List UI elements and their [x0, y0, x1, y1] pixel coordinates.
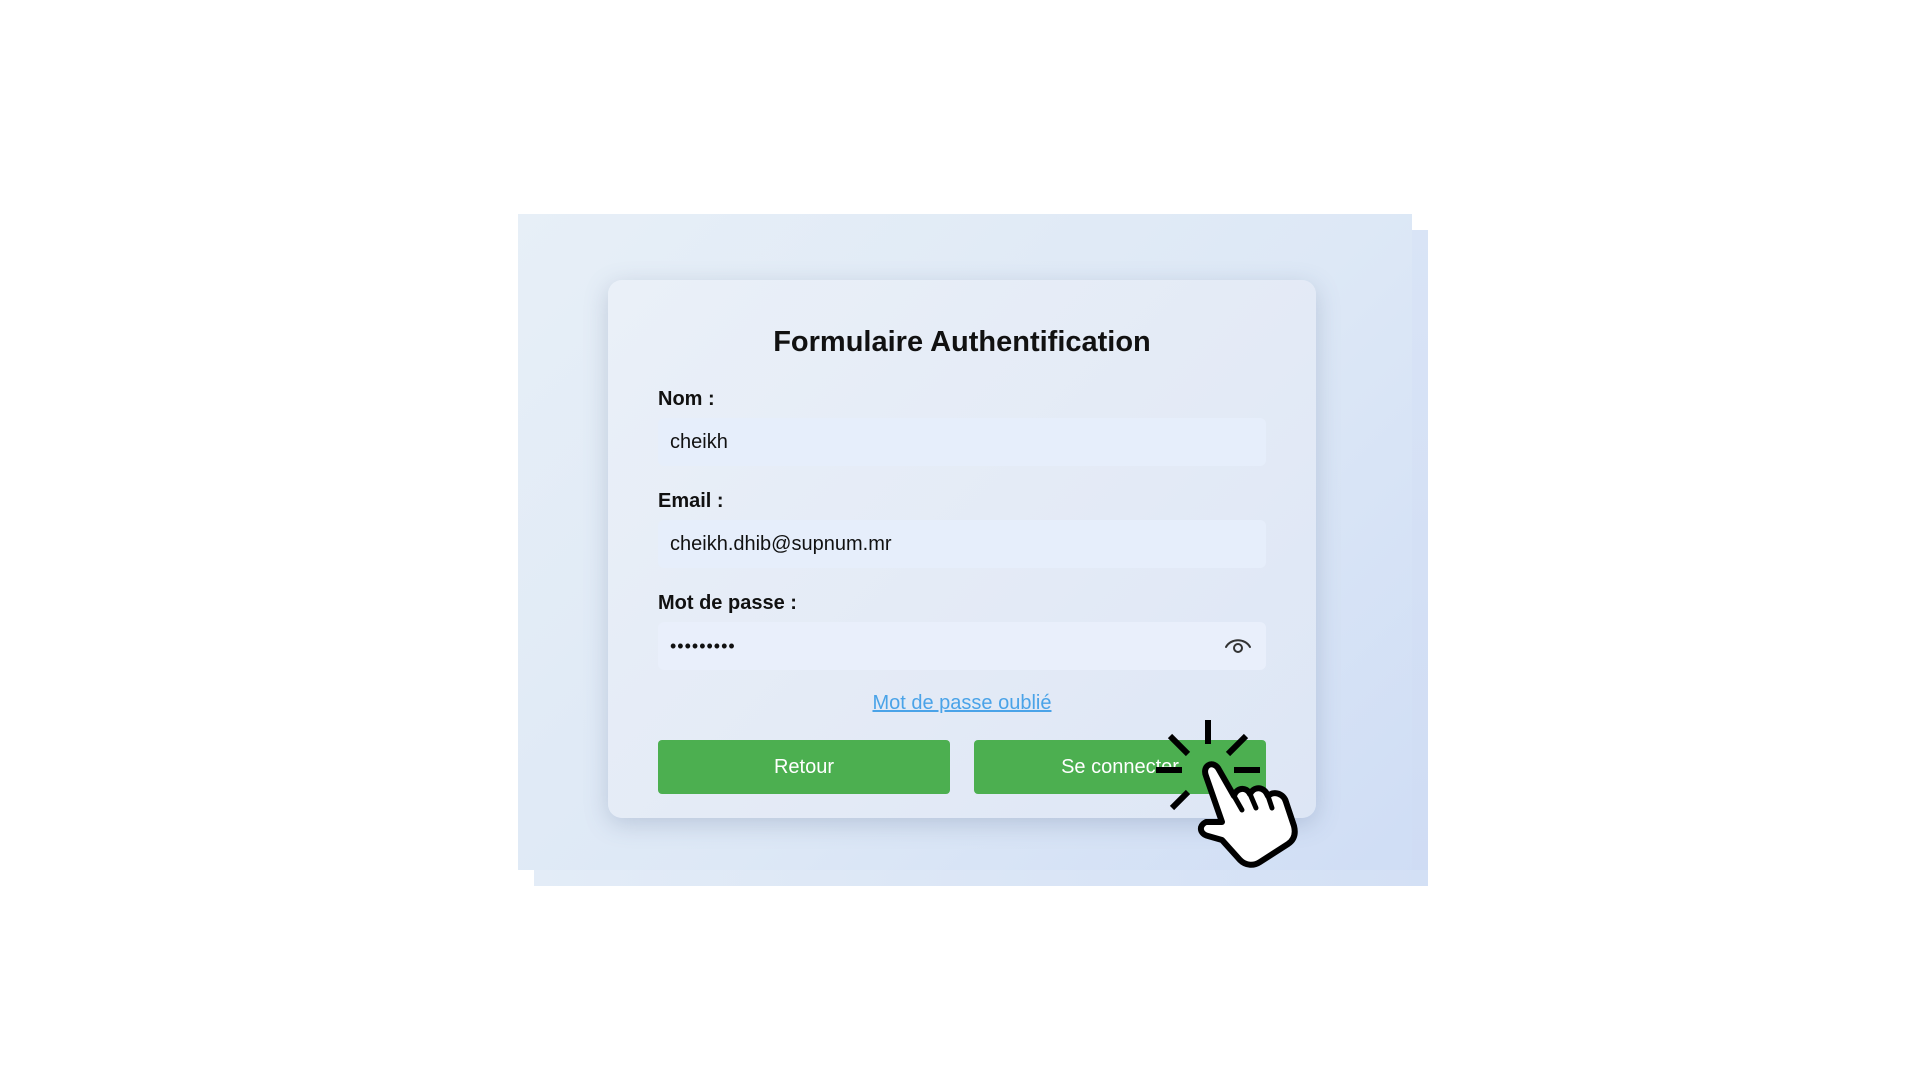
- eye-icon[interactable]: [1224, 634, 1252, 656]
- click-hand-icon: [1156, 720, 1298, 868]
- password-label: Mot de passe :: [658, 592, 797, 614]
- background-corner-bottom: [518, 870, 534, 886]
- password-input[interactable]: •••••••••: [658, 622, 1266, 670]
- name-label: Nom :: [658, 388, 715, 410]
- back-button[interactable]: Retour: [658, 740, 950, 794]
- page: Formulaire Authentification Nom : cheikh…: [0, 0, 1920, 1080]
- form-title: Formulaire Authentification: [773, 326, 1151, 358]
- name-input[interactable]: cheikh: [658, 418, 1266, 466]
- background-corner: [1412, 214, 1428, 230]
- email-input[interactable]: cheikh.dhib@supnum.mr: [658, 520, 1266, 568]
- forgot-password-link[interactable]: Mot de passe oublié: [0, 692, 1920, 715]
- email-label: Email :: [658, 490, 724, 512]
